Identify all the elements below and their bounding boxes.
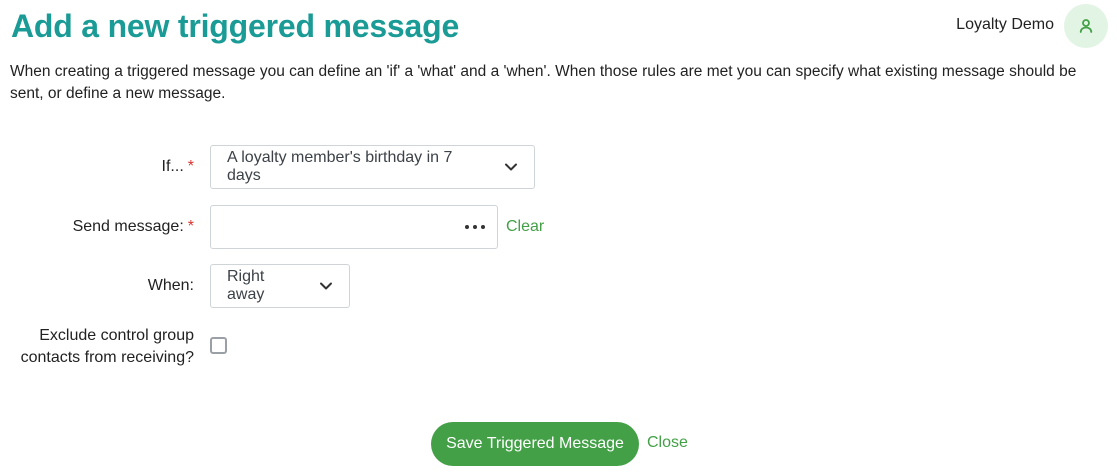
- save-triggered-message-button[interactable]: Save Triggered Message: [431, 422, 639, 466]
- close-link[interactable]: Close: [647, 433, 688, 453]
- send-message-label: Send message: *: [72, 218, 194, 235]
- user-icon: [1079, 19, 1093, 33]
- chevron-down-icon: [504, 162, 518, 172]
- if-select[interactable]: A loyalty member's birthday in 7 days: [210, 145, 535, 189]
- required-marker: *: [187, 218, 194, 235]
- avatar[interactable]: [1064, 4, 1108, 48]
- when-select[interactable]: Right away: [210, 264, 350, 308]
- if-label: If... *: [161, 158, 194, 175]
- when-select-value: Right away: [227, 268, 265, 303]
- page-title: Add a new triggered message: [11, 8, 460, 44]
- exclude-control-checkbox[interactable]: [210, 337, 227, 354]
- chevron-down-icon: [319, 281, 333, 291]
- account-name[interactable]: Loyalty Demo: [956, 15, 1054, 35]
- intro-text: When creating a triggered message you ca…: [10, 63, 1077, 102]
- send-message-input[interactable]: [211, 206, 451, 248]
- page: Add a new triggered message Loyalty Demo…: [0, 0, 1117, 474]
- clear-link[interactable]: Clear: [506, 217, 544, 237]
- if-select-value: A loyalty member's birthday in 7 days: [227, 149, 453, 184]
- when-label: When:: [147, 277, 194, 294]
- send-message-field[interactable]: [210, 205, 498, 249]
- exclude-control-label: Exclude control group contacts from rece…: [20, 327, 194, 366]
- required-marker: *: [187, 158, 194, 175]
- more-horizontal-icon[interactable]: [465, 220, 485, 234]
